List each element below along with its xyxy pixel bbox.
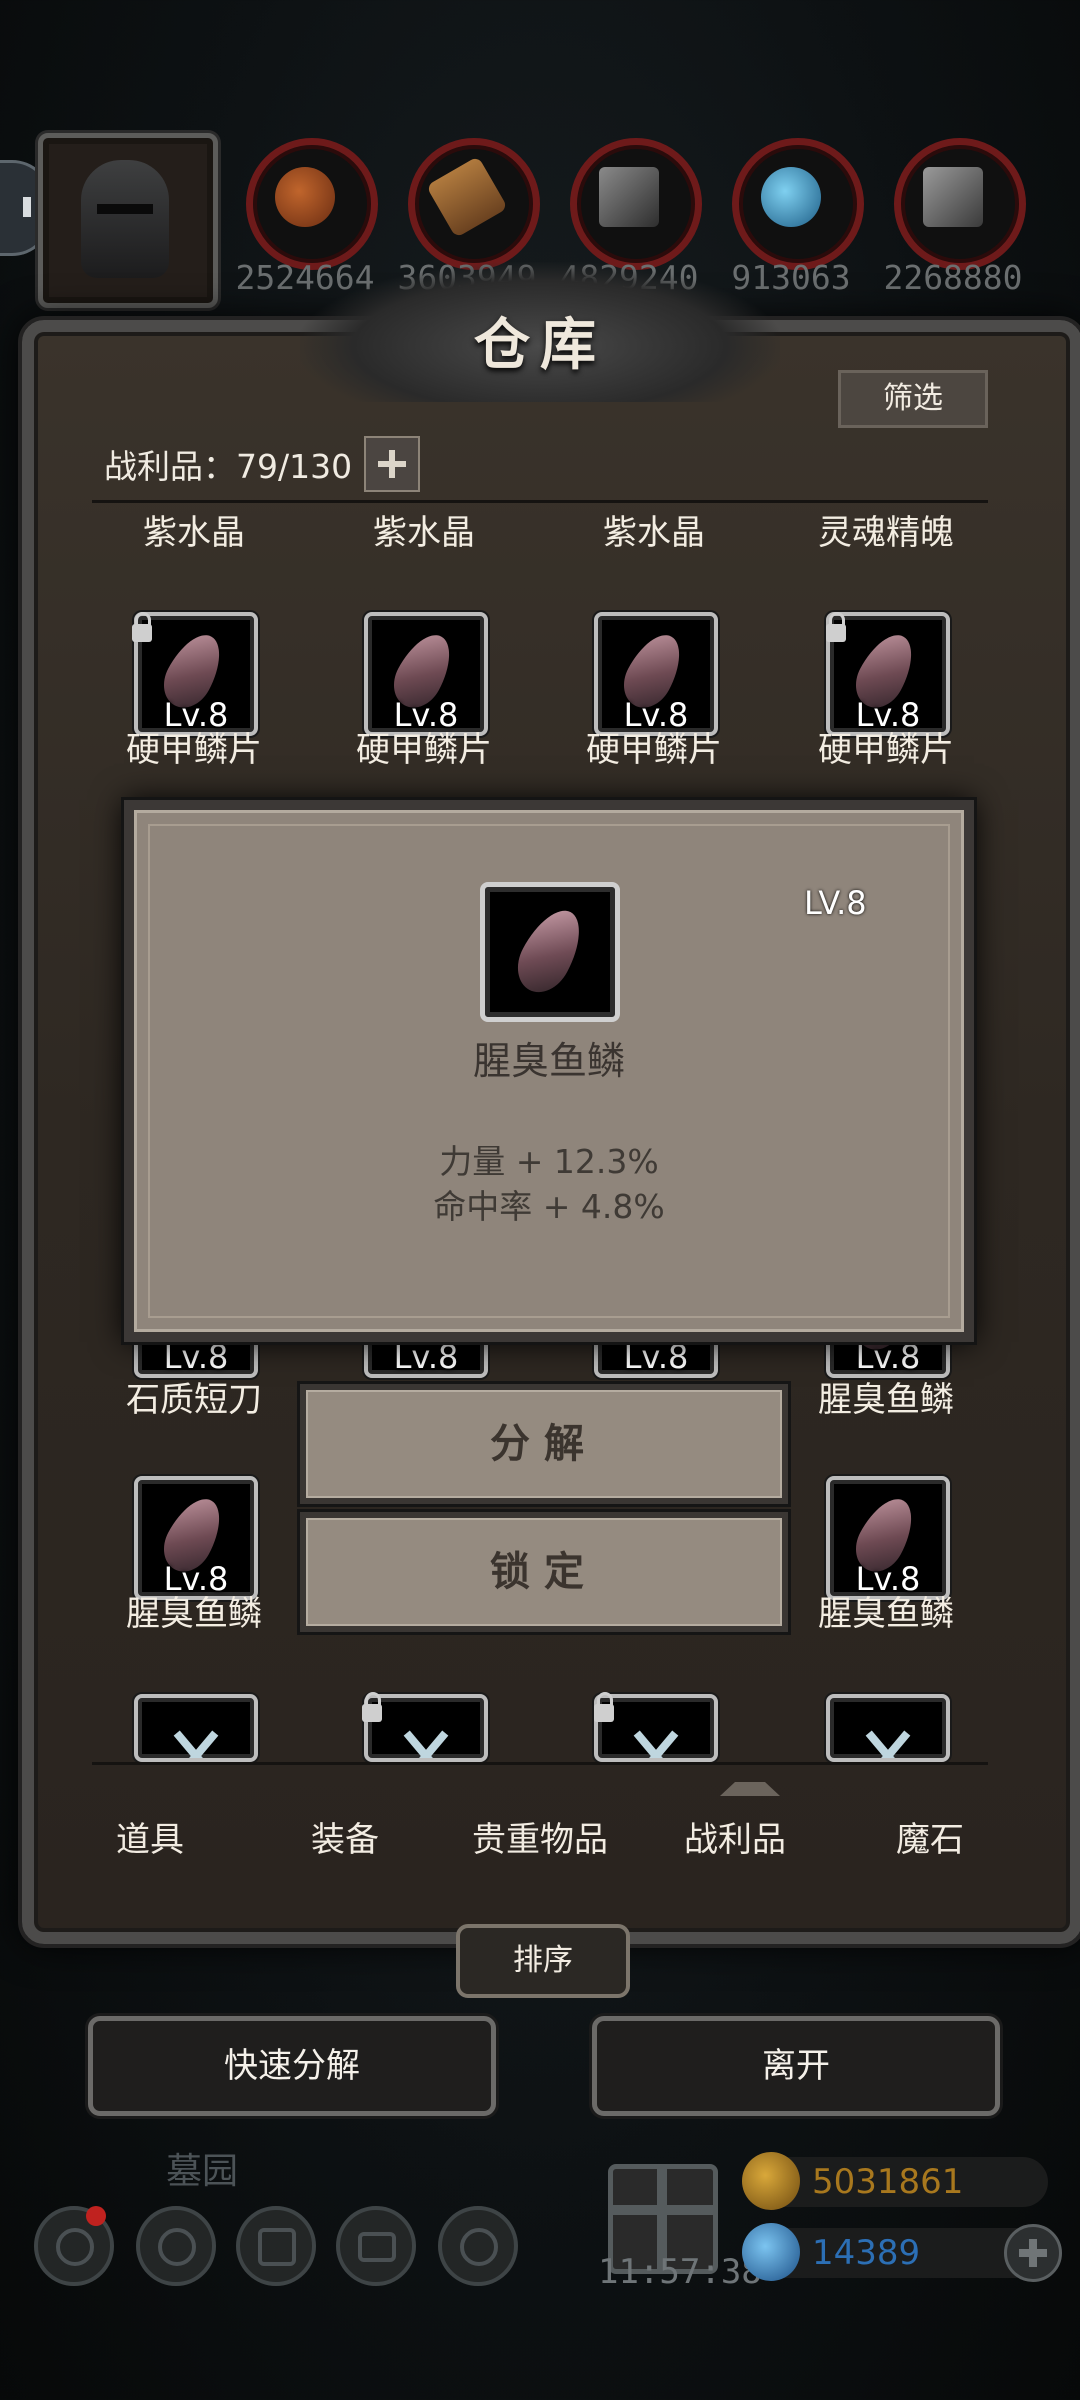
item-level: Lv.8 [163,1338,229,1376]
lock-button[interactable]: 锁定 [300,1512,788,1632]
item-name: 紫水晶 [603,513,705,553]
loot-capacity: 战利品：79/130 [104,447,353,486]
leave-button[interactable]: 离开 [592,2016,1000,2116]
meat-icon [275,167,335,227]
gold-coin-icon [742,2152,800,2210]
tab-equipment[interactable]: 装备 [255,1812,435,1861]
meat-resource[interactable] [246,138,378,270]
item-slot[interactable]: Lv.8 [134,1476,258,1600]
item-detail-level: LV.8 [804,884,867,922]
gem-amount: 14389 [812,2233,921,2273]
crystal-icon [761,167,821,227]
item-stat: 力量 + 12.3% [439,1142,659,1181]
lock-icon [132,612,152,642]
item-level: Lv.8 [623,1338,689,1376]
item-detail-icon [480,882,620,1022]
item-name: 硬甲鳞片 [818,730,954,770]
iron-ingot-icon [599,167,659,227]
gift-timer: 11:57:38 [598,2252,762,2292]
mail-icon[interactable] [336,2206,416,2286]
zone-name: 墓园 [166,2151,239,2192]
crossed-swords-icon [858,1726,918,1758]
item-level: Lv.8 [855,1338,921,1376]
panel-title: 仓库 [474,312,606,378]
crossed-swords-icon [396,1726,456,1758]
expand-capacity-button[interactable] [364,436,420,492]
notification-dot [86,2206,106,2226]
guild-icon[interactable] [236,2206,316,2286]
gem-icon [742,2223,800,2281]
item-slot[interactable]: Lv.8 [594,612,718,736]
crossed-swords-icon [166,1726,226,1758]
item-stat: 命中率 + 4.8% [433,1187,665,1226]
item-name: 灵魂精魄 [818,513,954,553]
grid-bottom-divider [92,1762,988,1765]
crossed-swords-icon [626,1726,686,1758]
knight-helmet-icon [81,160,169,278]
tab-items[interactable]: 道具 [60,1812,240,1861]
tab-valuables[interactable]: 贵重物品 [450,1812,630,1861]
stone-count: 2268880 [883,258,1023,297]
item-name: 硬甲鳞片 [126,730,262,770]
item-name: 紫水晶 [373,513,475,553]
add-gems-button[interactable] [1004,2224,1062,2282]
item-name: 石质短刀 [126,1380,262,1420]
filter-button[interactable]: 筛选 [838,370,988,428]
sort-button[interactable]: 排序 [456,1924,630,1998]
item-slot[interactable]: Lv.8 [364,612,488,736]
active-tab-indicator [720,1768,780,1796]
grid-top-divider [92,500,988,503]
star-icon[interactable] [136,2206,216,2286]
wood-icon [426,156,508,238]
item-slot[interactable] [364,1694,488,1762]
lock-icon [362,1692,382,1722]
item-slot[interactable]: Lv.8 [826,1476,950,1600]
item-slot[interactable] [826,1694,950,1762]
crystal-resource[interactable] [732,138,864,270]
item-level: Lv.8 [393,1338,459,1376]
player-avatar[interactable] [38,133,218,308]
item-name: 腥臭鱼鳞 [818,1380,954,1420]
item-slot[interactable] [134,1694,258,1762]
decompose-button[interactable]: 分解 [300,1384,788,1504]
item-name: 腥臭鱼鳞 [818,1594,954,1634]
tab-magic-stones[interactable]: 魔石 [840,1812,1020,1861]
lock-icon [826,612,846,642]
item-detail-name: 腥臭鱼鳞 [472,1039,625,1083]
wood-resource[interactable] [408,138,540,270]
stone-icon [923,167,983,227]
lock-icon [594,1692,614,1722]
item-name: 硬甲鳞片 [586,730,722,770]
stone-resource[interactable] [894,138,1026,270]
handshake-icon[interactable] [438,2206,518,2286]
tab-loot[interactable]: 战利品 [645,1812,825,1861]
iron-resource[interactable] [570,138,702,270]
item-slot[interactable]: Lv.8 [134,612,258,736]
item-name: 紫水晶 [143,513,245,553]
item-detail-popup: LV.8 腥臭鱼鳞 力量 + 12.3% 命中率 + 4.8% [124,800,974,1342]
gold-amount: 5031861 [812,2162,964,2202]
quick-decompose-button[interactable]: 快速分解 [88,2016,496,2116]
item-name: 腥臭鱼鳞 [126,1594,262,1634]
item-name: 硬甲鳞片 [356,730,492,770]
fish-scale-icon [507,900,593,1002]
